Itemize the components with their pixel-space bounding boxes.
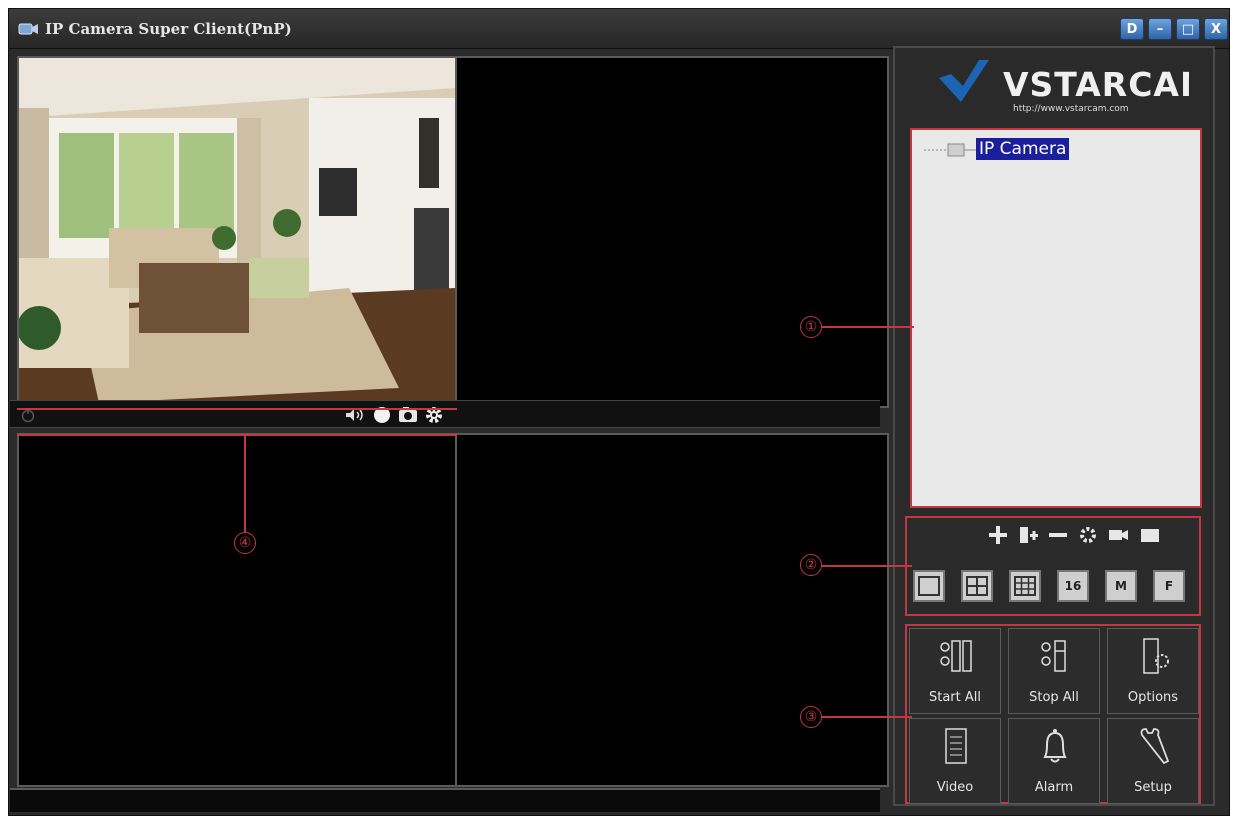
alarm-button[interactable]: Alarm xyxy=(1008,718,1100,804)
video-label: Video xyxy=(936,780,974,795)
setup-button[interactable]: Setup xyxy=(1107,718,1199,804)
annotation-marker-2: ② xyxy=(800,554,822,576)
start-all-button[interactable]: Start All xyxy=(909,628,1001,714)
status-strip xyxy=(10,788,880,812)
stop-all-button[interactable]: Stop All xyxy=(1008,628,1100,714)
start-all-icon xyxy=(940,640,972,672)
layout-f-button[interactable]: F xyxy=(1153,570,1185,602)
start-all-label: Start All xyxy=(928,690,981,705)
layout-4-button[interactable] xyxy=(961,570,993,602)
camera-feed-image xyxy=(19,58,455,406)
annotation-marker-3: ③ xyxy=(800,706,822,728)
video-control-bar xyxy=(10,400,880,428)
video-button[interactable]: Video xyxy=(909,718,1001,804)
annotation-frame-top xyxy=(17,408,457,410)
video-cell-3[interactable] xyxy=(17,433,457,787)
annotation-marker-1: ① xyxy=(800,316,822,338)
stop-all-label: Stop All xyxy=(1029,690,1079,705)
action-buttons: Start All Stop All Options Video Alarm S… xyxy=(905,624,1201,804)
annotation-line-4 xyxy=(244,436,246,532)
annotation-line-1 xyxy=(822,326,914,328)
title-bar[interactable]: IP Camera Super Client(PnP) D – □ X xyxy=(9,9,1229,49)
close-button[interactable]: X xyxy=(1204,18,1228,40)
video-cell-4[interactable] xyxy=(455,433,889,787)
brand-logo-graphic: VSTARCAM xyxy=(939,60,1189,104)
annotation-line-3 xyxy=(822,716,912,718)
layout-16-button[interactable]: 16 xyxy=(1057,570,1089,602)
alarm-label: Alarm xyxy=(1034,780,1074,795)
layout-quad-icon xyxy=(966,576,988,596)
setup-label: Setup xyxy=(1134,780,1172,795)
tree-connector xyxy=(924,143,976,157)
remove-icon[interactable] xyxy=(1047,524,1069,546)
video-icon xyxy=(945,728,967,764)
bell-icon xyxy=(1043,729,1067,763)
vstarcam-logo: VSTARCAM http://www.vstarcam.com xyxy=(919,56,1189,122)
options-icon xyxy=(1143,638,1169,674)
tree-node-ip-camera[interactable]: IP Camera xyxy=(976,138,1070,160)
layout-nine-icon xyxy=(1014,576,1036,596)
annotation-marker-4: ④ xyxy=(234,532,256,554)
window-title: IP Camera Super Client(PnP) xyxy=(45,20,292,38)
add-device-icon[interactable] xyxy=(1017,524,1039,546)
annotation-line-2 xyxy=(822,565,912,567)
record-icon[interactable] xyxy=(1107,524,1129,546)
layout-1-button[interactable] xyxy=(913,570,945,602)
layout-single-icon xyxy=(918,576,940,596)
layout-9-button[interactable] xyxy=(1009,570,1041,602)
video-cell-1[interactable] xyxy=(17,56,457,408)
logo-brand-text: VSTARCAM xyxy=(1003,65,1189,104)
logo-url[interactable]: http://www.vstarcam.com xyxy=(1013,104,1129,114)
camera-app-icon xyxy=(18,23,38,35)
settings-icon[interactable] xyxy=(1077,524,1099,546)
add-icon[interactable] xyxy=(987,524,1009,546)
options-label: Options xyxy=(1127,690,1179,705)
right-panel: VSTARCAM http://www.vstarcam.com IP Came… xyxy=(893,46,1215,806)
device-tree[interactable]: IP Camera xyxy=(910,128,1202,508)
wrench-icon xyxy=(1140,728,1170,765)
dock-button[interactable]: D xyxy=(1120,18,1144,40)
options-button[interactable]: Options xyxy=(1107,628,1199,714)
device-toolbox: 16 M F xyxy=(905,516,1201,616)
video-cell-2[interactable] xyxy=(455,56,889,408)
annotation-frame-bottom xyxy=(17,434,457,436)
layout-m-button[interactable]: M xyxy=(1105,570,1137,602)
minimize-button[interactable]: – xyxy=(1148,18,1172,40)
maximize-button[interactable]: □ xyxy=(1176,18,1200,40)
stop-all-icon xyxy=(1041,640,1066,672)
fullscreen-icon[interactable] xyxy=(1139,524,1161,546)
